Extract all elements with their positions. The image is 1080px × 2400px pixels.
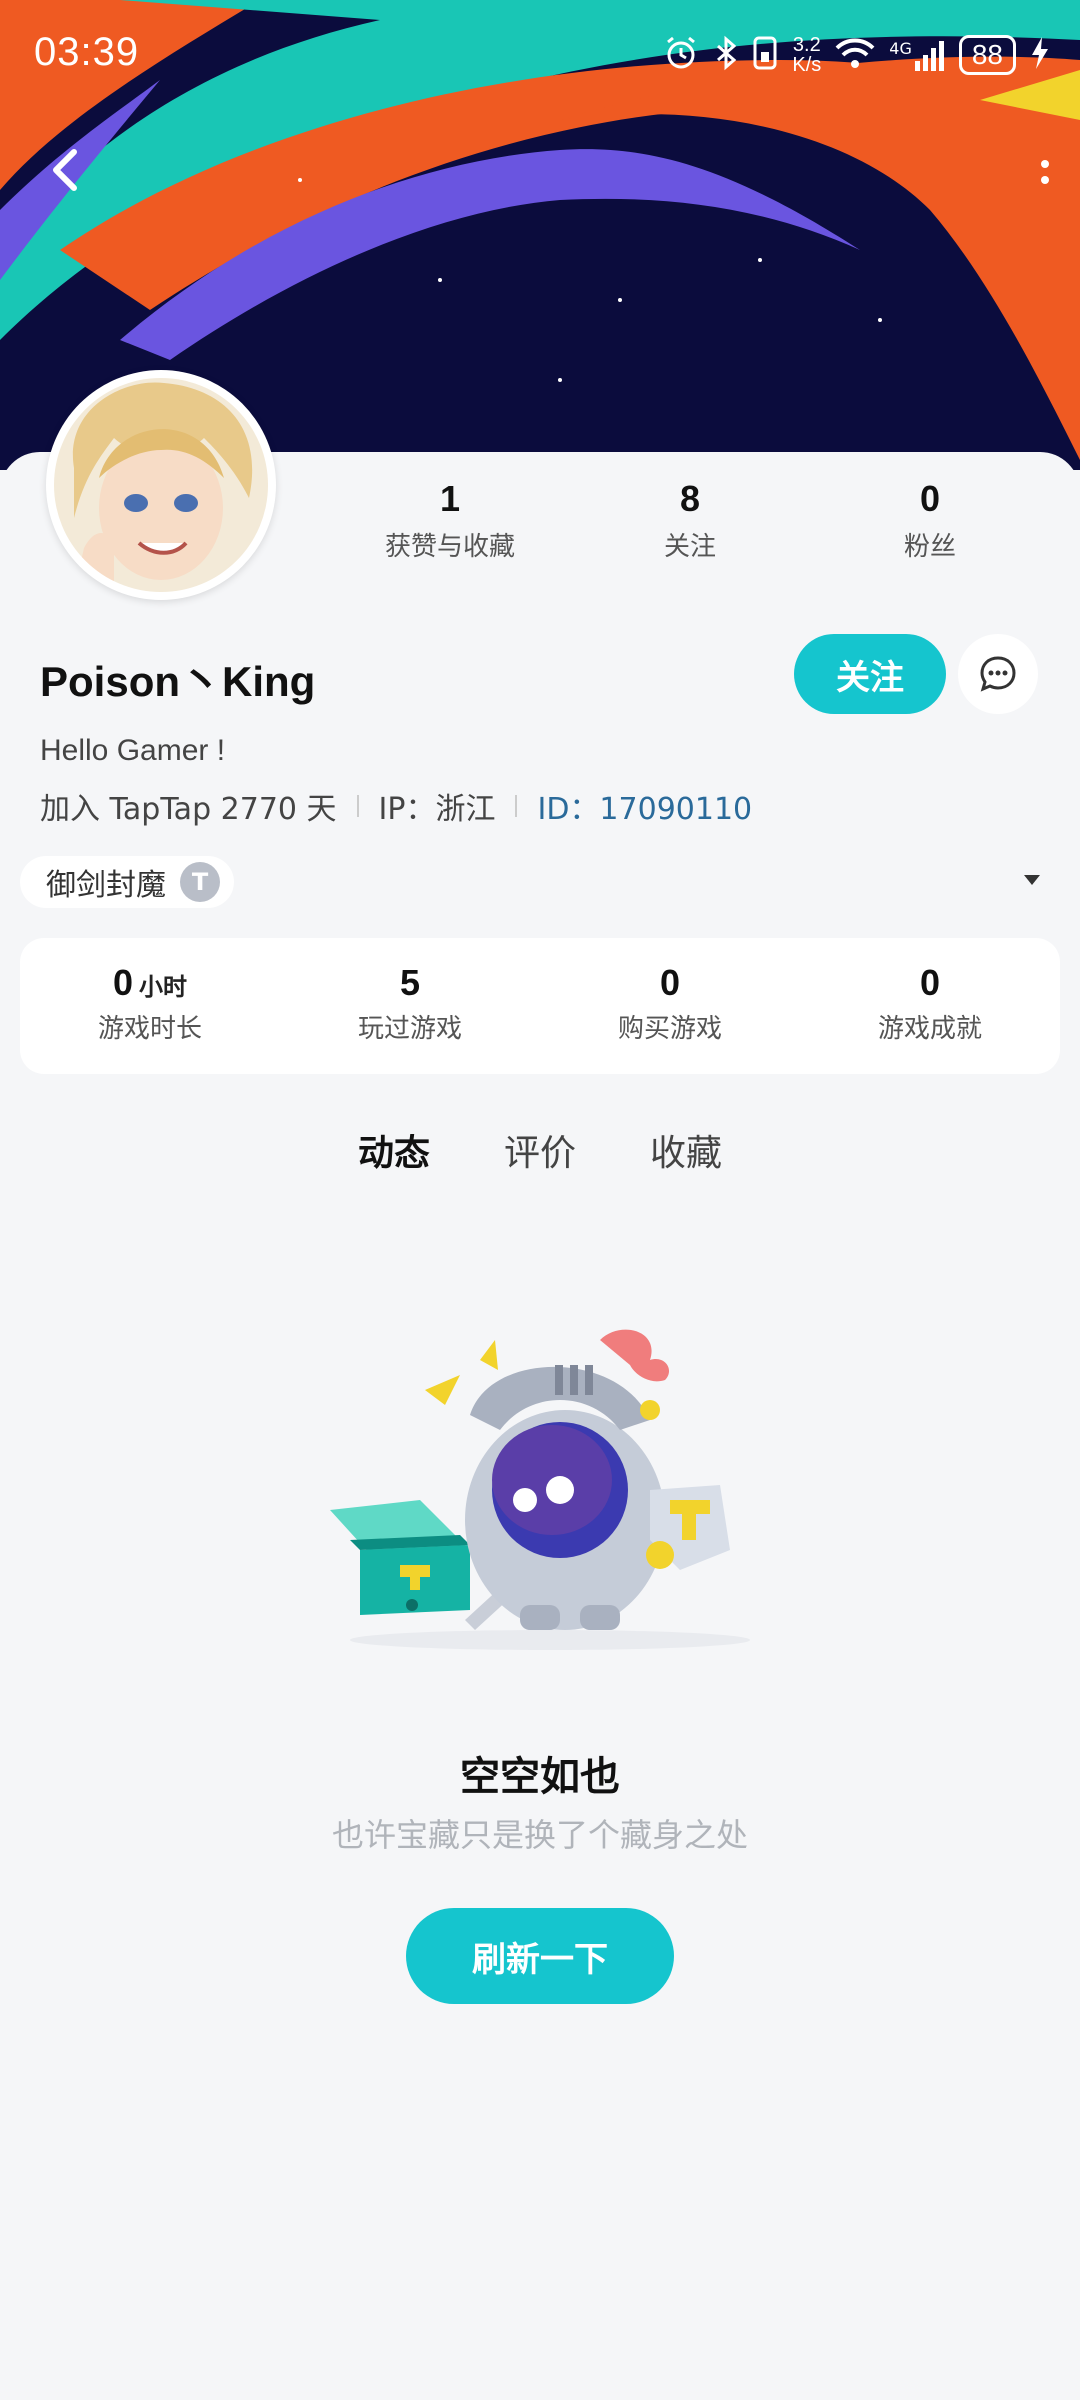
network-type: 4G: [889, 39, 912, 58]
achievements-value: 0: [919, 962, 941, 1003]
taptap-level-icon: T: [180, 862, 220, 902]
message-button[interactable]: [958, 634, 1038, 714]
user-id[interactable]: ID：17090110: [537, 784, 752, 828]
empty-state-illustration: [320, 1320, 780, 1660]
alarm-icon: [662, 34, 700, 76]
follow-button[interactable]: 关注: [794, 634, 946, 714]
stat-following[interactable]: 8 关注: [570, 478, 810, 563]
bio: Hello Gamer !: [40, 734, 226, 767]
stat-games-played[interactable]: 5 玩过游戏: [280, 938, 540, 1074]
play-time-unit: 小时: [139, 973, 188, 1001]
net-speed-unit: K/s: [792, 54, 822, 76]
charging-icon: [1030, 35, 1050, 75]
expand-dropdown[interactable]: [1022, 872, 1042, 891]
refresh-button[interactable]: 刷新一下: [406, 1908, 674, 2004]
top-stats: 1 获赞与收藏 8 关注 0 粉丝: [330, 478, 1050, 563]
play-time-label: 游戏时长: [97, 1014, 202, 1044]
username: Poison丶King: [40, 658, 316, 705]
stat-fans-value: 0: [919, 478, 941, 519]
stat-play-time[interactable]: 0 小时 游戏时长: [20, 938, 280, 1074]
stat-fans[interactable]: 0 粉丝: [810, 478, 1050, 563]
sim-icon: [752, 34, 778, 76]
more-vertical-icon: [1041, 160, 1049, 184]
net-speed: 3.2 K/s: [792, 35, 821, 75]
chat-icon: [980, 656, 1016, 692]
stat-likes[interactable]: 1 获赞与收藏: [330, 478, 570, 563]
wifi-icon: [835, 36, 875, 74]
bluetooth-icon: [714, 34, 738, 76]
game-stats-card: 0 小时 游戏时长 5 玩过游戏 0 购买游戏 0 游戏成就: [20, 938, 1060, 1074]
status-bar: 03:39 3.2 K/s 4G 88: [0, 0, 1080, 110]
content-tabs: 动态 评价 收藏: [0, 1124, 1080, 1176]
badge-label: 御剑封魔: [46, 868, 166, 903]
games-played-label: 玩过游戏: [357, 1014, 462, 1044]
back-button[interactable]: [40, 140, 90, 200]
profile-meta: 加入 TapTap 2770 天 IP：浙江 ID：17090110: [40, 784, 752, 828]
stat-following-label: 关注: [663, 532, 716, 562]
games-played-value: 5: [399, 962, 421, 1003]
tab-activity[interactable]: 动态: [357, 1124, 430, 1176]
stat-fans-label: 粉丝: [903, 532, 956, 562]
divider: [515, 795, 518, 817]
achievements-label: 游戏成就: [877, 1014, 982, 1044]
games-bought-value: 0: [659, 962, 681, 1003]
tab-reviews[interactable]: 评价: [504, 1124, 576, 1176]
caret-down-icon: [1024, 875, 1040, 885]
tab-favorites[interactable]: 收藏: [650, 1124, 722, 1176]
ip-location: IP：浙江: [378, 792, 496, 827]
battery-indicator: 88: [958, 35, 1016, 75]
status-time: 03:39: [34, 30, 140, 74]
stat-following-value: 8: [679, 478, 701, 519]
play-time-value: 0: [112, 962, 134, 1003]
signal-icon: 4G: [889, 39, 945, 71]
divider: [356, 795, 359, 817]
avatar-image: [54, 378, 268, 592]
empty-subtitle: 也许宝藏只是换了个藏身之处: [331, 1816, 748, 1854]
stat-likes-label: 获赞与收藏: [384, 532, 515, 562]
avatar[interactable]: [46, 370, 276, 600]
title-badge[interactable]: 御剑封魔 T: [20, 856, 234, 908]
stat-achievements[interactable]: 0 游戏成就: [800, 938, 1060, 1074]
stat-likes-value: 1: [439, 478, 461, 519]
empty-title: 空空如也: [460, 1754, 620, 1800]
games-bought-label: 购买游戏: [617, 1014, 722, 1044]
joined-days: 加入 TapTap 2770 天: [40, 792, 337, 827]
stat-games-bought[interactable]: 0 购买游戏: [540, 938, 800, 1074]
net-speed-value: 3.2: [792, 34, 821, 56]
more-button[interactable]: [1030, 150, 1060, 200]
status-icons: 3.2 K/s 4G 88: [662, 34, 1050, 76]
back-arrow-icon: [53, 149, 77, 191]
